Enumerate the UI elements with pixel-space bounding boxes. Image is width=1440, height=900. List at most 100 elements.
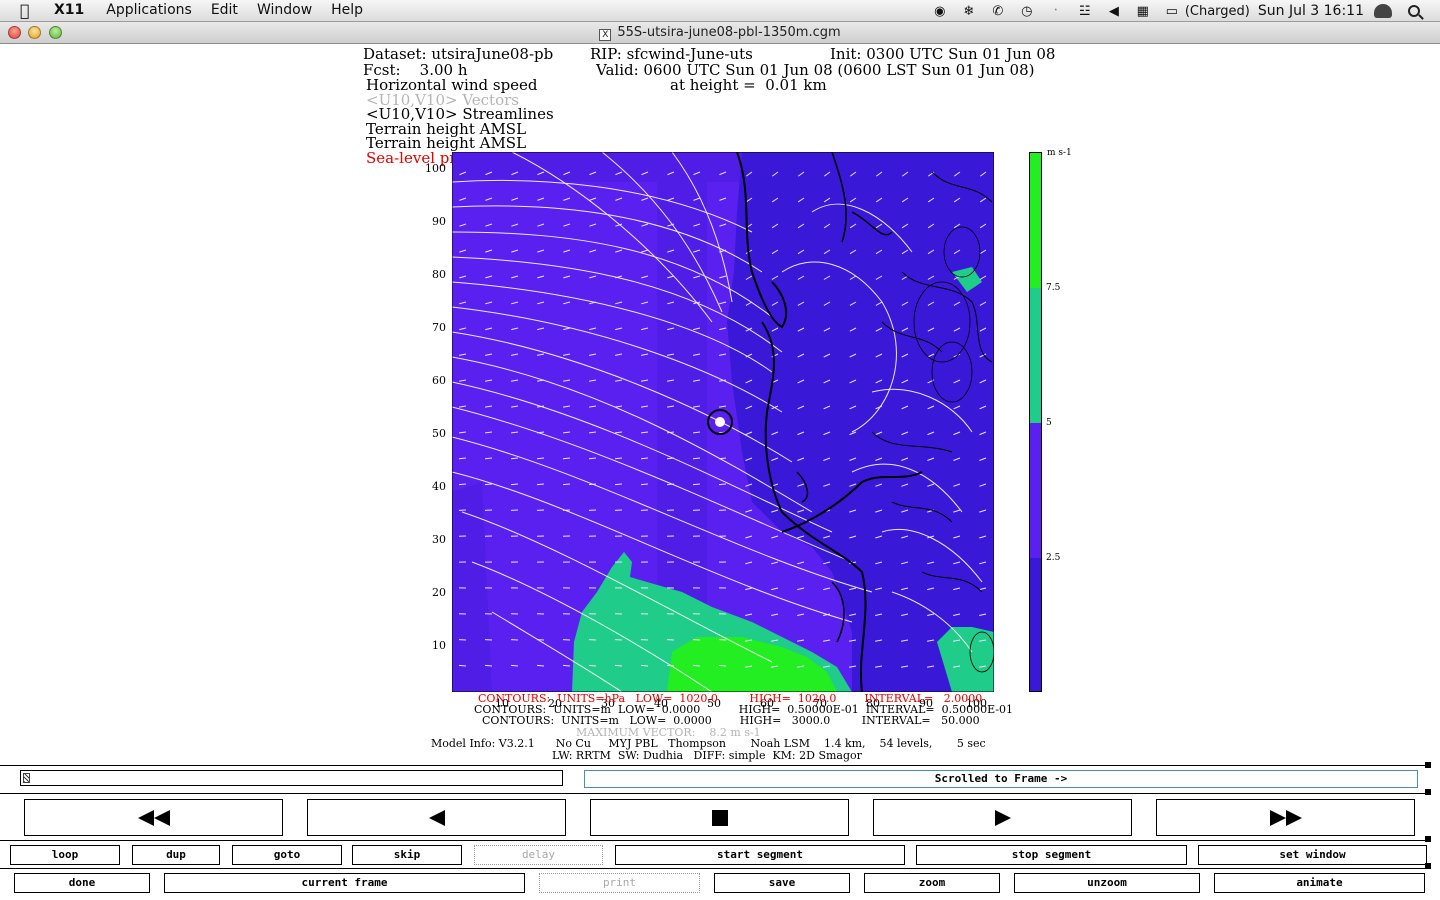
- wind-vector: [562, 483, 571, 486]
- alien-icon[interactable]: ◉: [929, 4, 951, 19]
- animate-button[interactable]: animate: [1214, 873, 1425, 893]
- frame-scroll-thumb[interactable]: [23, 773, 30, 783]
- y-tick-label: 30: [432, 533, 446, 546]
- wind-vector: [458, 664, 467, 667]
- wind-vector: [510, 483, 519, 486]
- colorbar-swatch-3: [1030, 423, 1041, 558]
- panel-divider: [0, 840, 1430, 841]
- station-marker: [715, 417, 725, 427]
- wind-vector: [588, 664, 597, 667]
- model-info: Model Info: V3.2.1 No Cu MYJ PBL Thompso…: [431, 737, 986, 750]
- x11-icon: X: [599, 29, 612, 41]
- battery-status[interactable]: (Charged): [1185, 4, 1250, 19]
- delay-button[interactable]: delay: [474, 845, 603, 865]
- stop-icon: [711, 809, 728, 826]
- print-button[interactable]: print: [539, 873, 700, 893]
- colorbar-label: 2.5: [1046, 553, 1061, 563]
- rip-label: RIP: sfcwind-June-uts: [590, 45, 753, 63]
- spotlight-icon[interactable]: [1408, 5, 1420, 17]
- goto-button[interactable]: goto: [232, 845, 342, 865]
- menu-clock[interactable]: Sun Jul 3 16:11: [1258, 3, 1364, 19]
- phone-icon[interactable]: ✆: [987, 4, 1009, 19]
- y-tick-label: 20: [432, 586, 446, 599]
- wind-vector: [666, 664, 675, 667]
- wind-vector: [666, 483, 675, 486]
- step-backward-icon: [428, 809, 445, 826]
- y-tick-label: 10: [432, 639, 446, 652]
- apple-menu-icon[interactable]: : [20, 1, 30, 20]
- wind-vector: [484, 664, 493, 667]
- battery-icon[interactable]: ▭: [1161, 4, 1183, 19]
- time-machine-icon[interactable]: ◷: [1016, 4, 1038, 19]
- y-tick-label: 90: [432, 215, 446, 228]
- dataset-label: Dataset: utsiraJune08-pb: [363, 45, 554, 63]
- calendar-icon[interactable]: ▦: [1132, 4, 1154, 19]
- menu-app-name[interactable]: X11: [54, 2, 84, 18]
- bluetooth-icon[interactable]: ❄: [958, 4, 980, 19]
- stop-segment-button[interactable]: stop segment: [916, 845, 1187, 865]
- y-tick-label: 50: [432, 427, 446, 440]
- user-icon[interactable]: [1374, 4, 1392, 18]
- frame-status-field: Scrolled to Frame ->: [584, 770, 1418, 788]
- rewind-button[interactable]: [24, 799, 283, 836]
- panel-handle[interactable]: [1425, 762, 1431, 768]
- panel-divider: [0, 868, 1430, 869]
- wind-vector: [692, 664, 701, 667]
- colorbar: [1029, 152, 1042, 692]
- wind-vector: [614, 483, 623, 486]
- menu-help[interactable]: Help: [331, 2, 363, 18]
- unzoom-button[interactable]: unzoom: [1014, 873, 1200, 893]
- fast-backward-icon: [137, 809, 170, 826]
- wind-vector: [692, 483, 701, 486]
- model-info-physics: LW: RRTM SW: Dudhia DIFF: simple KM: 2D …: [552, 749, 862, 762]
- contours-terrain: CONTOURS: UNITS=m LOW= 0.0000 HIGH= 3000…: [482, 714, 980, 727]
- menu-window[interactable]: Window: [257, 2, 312, 18]
- y-tick-label: 40: [432, 480, 446, 493]
- set-window-button[interactable]: set window: [1198, 845, 1427, 865]
- stop-button[interactable]: [590, 799, 849, 836]
- wind-vector: [484, 483, 493, 486]
- window-title: X 55S-utsira-june08-pbl-1350m.cgm: [0, 25, 1440, 41]
- colorbar-swatch-2: [1030, 288, 1041, 423]
- panel-handle[interactable]: [1425, 836, 1431, 842]
- save-button[interactable]: save: [714, 873, 850, 893]
- init-label: Init: 0300 UTC Sun 01 Jun 08: [830, 45, 1056, 63]
- bluetooth-alt-icon[interactable]: ᛫: [1045, 4, 1067, 19]
- wind-vector: [536, 483, 545, 486]
- start-segment-button[interactable]: start segment: [615, 845, 905, 865]
- wind-vector: [562, 664, 571, 667]
- zoom-button[interactable]: zoom: [864, 873, 1000, 893]
- status-area: ◉ ❄ ✆ ◷ ᛫ ☳ ◀ ▦ ▭ (Charged) Sun Jul 3 16…: [929, 0, 1440, 22]
- panel-divider: [0, 765, 1430, 766]
- wifi-icon[interactable]: ☳: [1074, 4, 1096, 19]
- loop-button[interactable]: loop: [10, 845, 120, 865]
- volume-icon[interactable]: ◀: [1103, 4, 1125, 19]
- fast-forward-button[interactable]: [1156, 799, 1415, 836]
- wind-speed-map: [452, 152, 994, 692]
- dup-button[interactable]: dup: [132, 845, 220, 865]
- panel-divider: [0, 793, 1430, 794]
- wind-vector: [640, 483, 649, 486]
- wind-vector: [588, 483, 597, 486]
- colorbar-unit: m s-1: [1047, 148, 1072, 158]
- done-button[interactable]: done: [14, 873, 150, 893]
- wind-vector: [718, 483, 727, 486]
- step-forward-button[interactable]: [873, 799, 1132, 836]
- menu-bar:  X11 Applications Edit Window Help ◉ ❄ …: [0, 0, 1440, 22]
- step-back-button[interactable]: [307, 799, 566, 836]
- wind-vector: [510, 664, 519, 667]
- menu-list: X11 Applications Edit Window Help: [54, 2, 382, 18]
- colorbar-swatch-4: [1030, 558, 1041, 691]
- menu-edit[interactable]: Edit: [211, 2, 238, 18]
- fast-forward-icon: [1269, 809, 1302, 826]
- panel-handle[interactable]: [1425, 789, 1431, 795]
- menu-applications[interactable]: Applications: [106, 2, 192, 18]
- wind-vector: [640, 664, 649, 667]
- current-frame-button[interactable]: current frame: [164, 873, 525, 893]
- y-tick-label: 70: [432, 321, 446, 334]
- window-title-bar[interactable]: X 55S-utsira-june08-pbl-1350m.cgm: [0, 22, 1440, 44]
- frame-scrollbar[interactable]: [20, 770, 563, 786]
- wind-vector: [614, 664, 623, 667]
- skip-button[interactable]: skip: [352, 845, 462, 865]
- y-tick-label: 60: [432, 374, 446, 387]
